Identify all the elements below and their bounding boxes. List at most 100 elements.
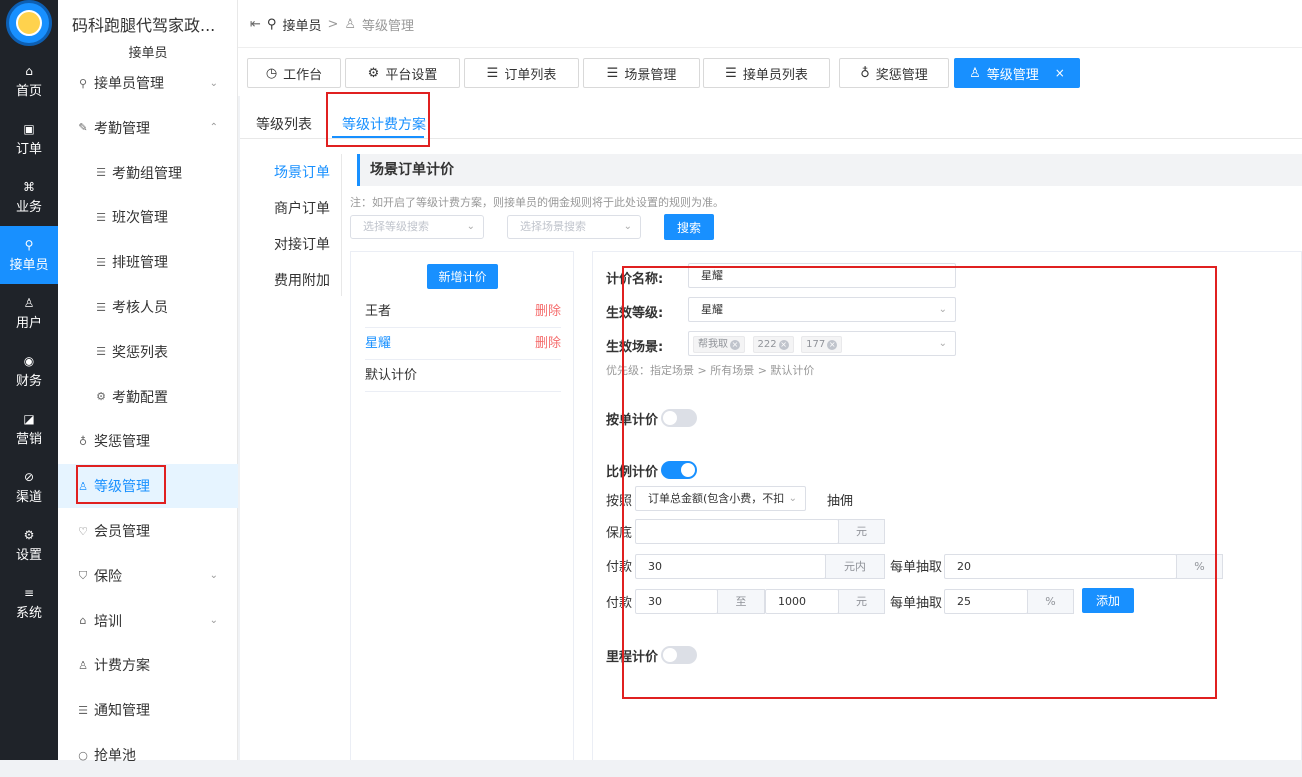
finance-icon: ◉ [23, 353, 35, 368]
tab-tag-1[interactable]: ◷ 工作台 [247, 58, 341, 88]
sidebar-item-3[interactable]: ☰ 考勤组管理 [58, 151, 238, 195]
vtab-extra-fees[interactable]: 费用附加 [274, 270, 330, 290]
sidebar-item-label: 考勤组管理 [112, 165, 182, 182]
sidebar-item-label: 班次管理 [112, 210, 168, 227]
sidebar-item-label: 考核人员 [112, 300, 168, 316]
sidebar-item-2[interactable]: ✎ 考勤管理 ⌃ [58, 106, 238, 150]
list-item[interactable]: 王者 删除 [365, 296, 561, 328]
level-search-placeholder: 选择等级搜索 [363, 220, 429, 233]
bike-icon: ⚲ [266, 17, 277, 32]
sidebar-item-15[interactable]: ☰ 通知管理 [58, 688, 238, 732]
rail-item-4[interactable]: ⚲ 接单员 [0, 226, 58, 284]
sidebar-item-14[interactable]: ♙ 计费方案 [58, 643, 238, 687]
tab-tag-4[interactable]: ☰ 场景管理 [583, 58, 700, 88]
menu-item-icon: ✎ [78, 121, 88, 135]
rail-item-2[interactable]: ▣ 订单 [0, 110, 58, 168]
tag-label: 工作台 [283, 67, 323, 83]
list-item[interactable]: 默认计价 [365, 360, 561, 392]
rail-item-5[interactable]: ♙ 用户 [0, 284, 58, 342]
tab-tag-6[interactable]: ♁ 奖惩管理 [839, 58, 949, 88]
rail-item-9[interactable]: ⚙ 设置 [0, 516, 58, 574]
rail-item-3[interactable]: ⌘ 业务 [0, 168, 58, 226]
chevron-icon: ⌃ [209, 122, 218, 134]
menu-item-icon: ☰ [96, 255, 106, 269]
rail-item-label: 渠道 [15, 489, 42, 505]
tab-tag-5[interactable]: ☰ 接单员列表 [703, 58, 830, 88]
tag-label: 平台设置 [385, 67, 438, 83]
menu-item-icon: ⌂ [79, 614, 87, 628]
sidebar-item-1[interactable]: ⚲ 接单员管理 ⌄ [58, 61, 238, 105]
add-pricing-button[interactable]: 新增计价 [427, 264, 498, 289]
user-icon: ♙ [23, 295, 35, 310]
delete-button[interactable]: 删除 [535, 296, 561, 328]
search-button[interactable]: 搜索 [664, 214, 714, 240]
sidebar-item-12[interactable]: ⛉ 保险 ⌄ [58, 554, 238, 598]
rail-item-label: 财务 [15, 373, 42, 389]
highlight-box [622, 266, 1217, 699]
collapse-menu-icon[interactable]: ⇤ [250, 17, 261, 32]
pricing-name: 星耀 [365, 336, 392, 351]
list-item-selected[interactable]: 星耀 删除 [365, 328, 561, 360]
sidebar-item-label: 排班管理 [112, 255, 168, 272]
vtab-scene-orders[interactable]: 场景订单 [274, 162, 330, 182]
sidebar-item-13[interactable]: ⌂ 培训 ⌄ [58, 599, 238, 643]
system-icon: ≡ [23, 585, 35, 600]
sidebar-item-6[interactable]: ☰ 考核人员 [58, 285, 238, 329]
level-icon: ♙ [344, 17, 357, 32]
sidebar-item-5[interactable]: ☰ 排班管理 [58, 240, 238, 284]
rail-item-label: 用户 [15, 315, 42, 331]
tab-tag-2[interactable]: ⚙ 平台设置 [345, 58, 460, 88]
menu-item-icon: ☰ [96, 166, 106, 180]
rail-item-10[interactable]: ≡ 系统 [0, 574, 58, 632]
tab-level-list[interactable]: 等级列表 [256, 114, 312, 134]
order-icon: ▣ [23, 121, 35, 136]
courier-icon: ⚲ [24, 237, 34, 252]
chevron-icon: ⌄ [209, 615, 218, 627]
chevron-icon: ⌄ [209, 570, 218, 582]
sidebar-item-7[interactable]: ☰ 奖惩列表 [58, 330, 238, 374]
rail-item-6[interactable]: ◉ 财务 [0, 342, 58, 400]
tab-tag-3[interactable]: ☰ 订单列表 [464, 58, 579, 88]
scene-search-select[interactable]: 选择场景搜索 ⌄ [507, 215, 641, 239]
sidebar-item-8[interactable]: ⚙ 考勤配置 [58, 375, 238, 419]
main-nav-rail: ⌂ 首页 ▣ 订单 ⌘ 业务 ⚲ 接单员 ♙ 用户 ◉ 财务 ◪ 营销 ⊘ 渠道 ⚙ 设置 ≡ 系统 [0, 0, 58, 760]
menu-item-icon: ♙ [78, 658, 88, 672]
sidebar-title: 码科跑腿代驾家政... [72, 16, 216, 35]
sidebar-item-label: 考勤配置 [112, 389, 168, 406]
sidebar-subtitle: 接单员 [128, 46, 168, 61]
secondary-sidebar: 码科跑腿代驾家政... 接单员 ⚲ 接单员管理 ⌄ ✎ 考勤管理 ⌃ ☰ 考勤组管理 ☰ 班次管理… [58, 0, 238, 764]
rail-item-8[interactable]: ⊘ 渠道 [0, 458, 58, 516]
sidebar-item-label: 奖惩列表 [112, 344, 168, 361]
tab-tag-7[interactable]: ♙ 等级管理 × [954, 58, 1080, 88]
sidebar-item-9[interactable]: ♁ 奖惩管理 [58, 419, 238, 463]
vtab-integration-orders[interactable]: 对接订单 [274, 234, 330, 254]
sidebar-item-label: 培训 [94, 613, 122, 630]
breadcrumb: ⇤ ⚲ 接单员 > ♙ 等级管理 [250, 15, 414, 34]
rail-item-label: 系统 [15, 605, 42, 621]
sidebar-item-16[interactable]: ○ 抢单池 [58, 733, 238, 777]
rail-item-label: 设置 [15, 547, 42, 563]
highlight-box [326, 92, 430, 147]
delete-button[interactable]: 删除 [535, 328, 561, 360]
sidebar-item-11[interactable]: ♡ 会员管理 [58, 509, 238, 553]
app-logo [6, 0, 52, 46]
sidebar-item-4[interactable]: ☰ 班次管理 [58, 195, 238, 239]
level-search-select[interactable]: 选择等级搜索 ⌄ [350, 215, 484, 239]
tag-label: 等级管理 [986, 67, 1039, 83]
vtab-merchant-orders[interactable]: 商户订单 [274, 198, 330, 218]
channel-icon: ⊘ [23, 469, 35, 484]
pricing-name: 王者 [365, 304, 392, 319]
close-icon[interactable]: × [1055, 66, 1065, 80]
rail-item-1[interactable]: ⌂ 首页 [0, 52, 58, 110]
menu-item-icon: ⚲ [78, 76, 88, 90]
rail-item-label: 首页 [15, 83, 42, 99]
breadcrumb-home[interactable]: 接单员 [282, 15, 321, 34]
menu-item-icon: ♁ [78, 434, 88, 448]
tag-icon: ⚙ [367, 65, 380, 81]
settings-icon: ⚙ [23, 527, 35, 542]
sidebar-item-label: 通知管理 [94, 703, 150, 720]
sidebar-item-label: 计费方案 [94, 658, 150, 675]
sidebar-item-label: 奖惩管理 [94, 434, 150, 451]
rail-item-7[interactable]: ◪ 营销 [0, 400, 58, 458]
scene-search-placeholder: 选择场景搜索 [520, 220, 586, 233]
